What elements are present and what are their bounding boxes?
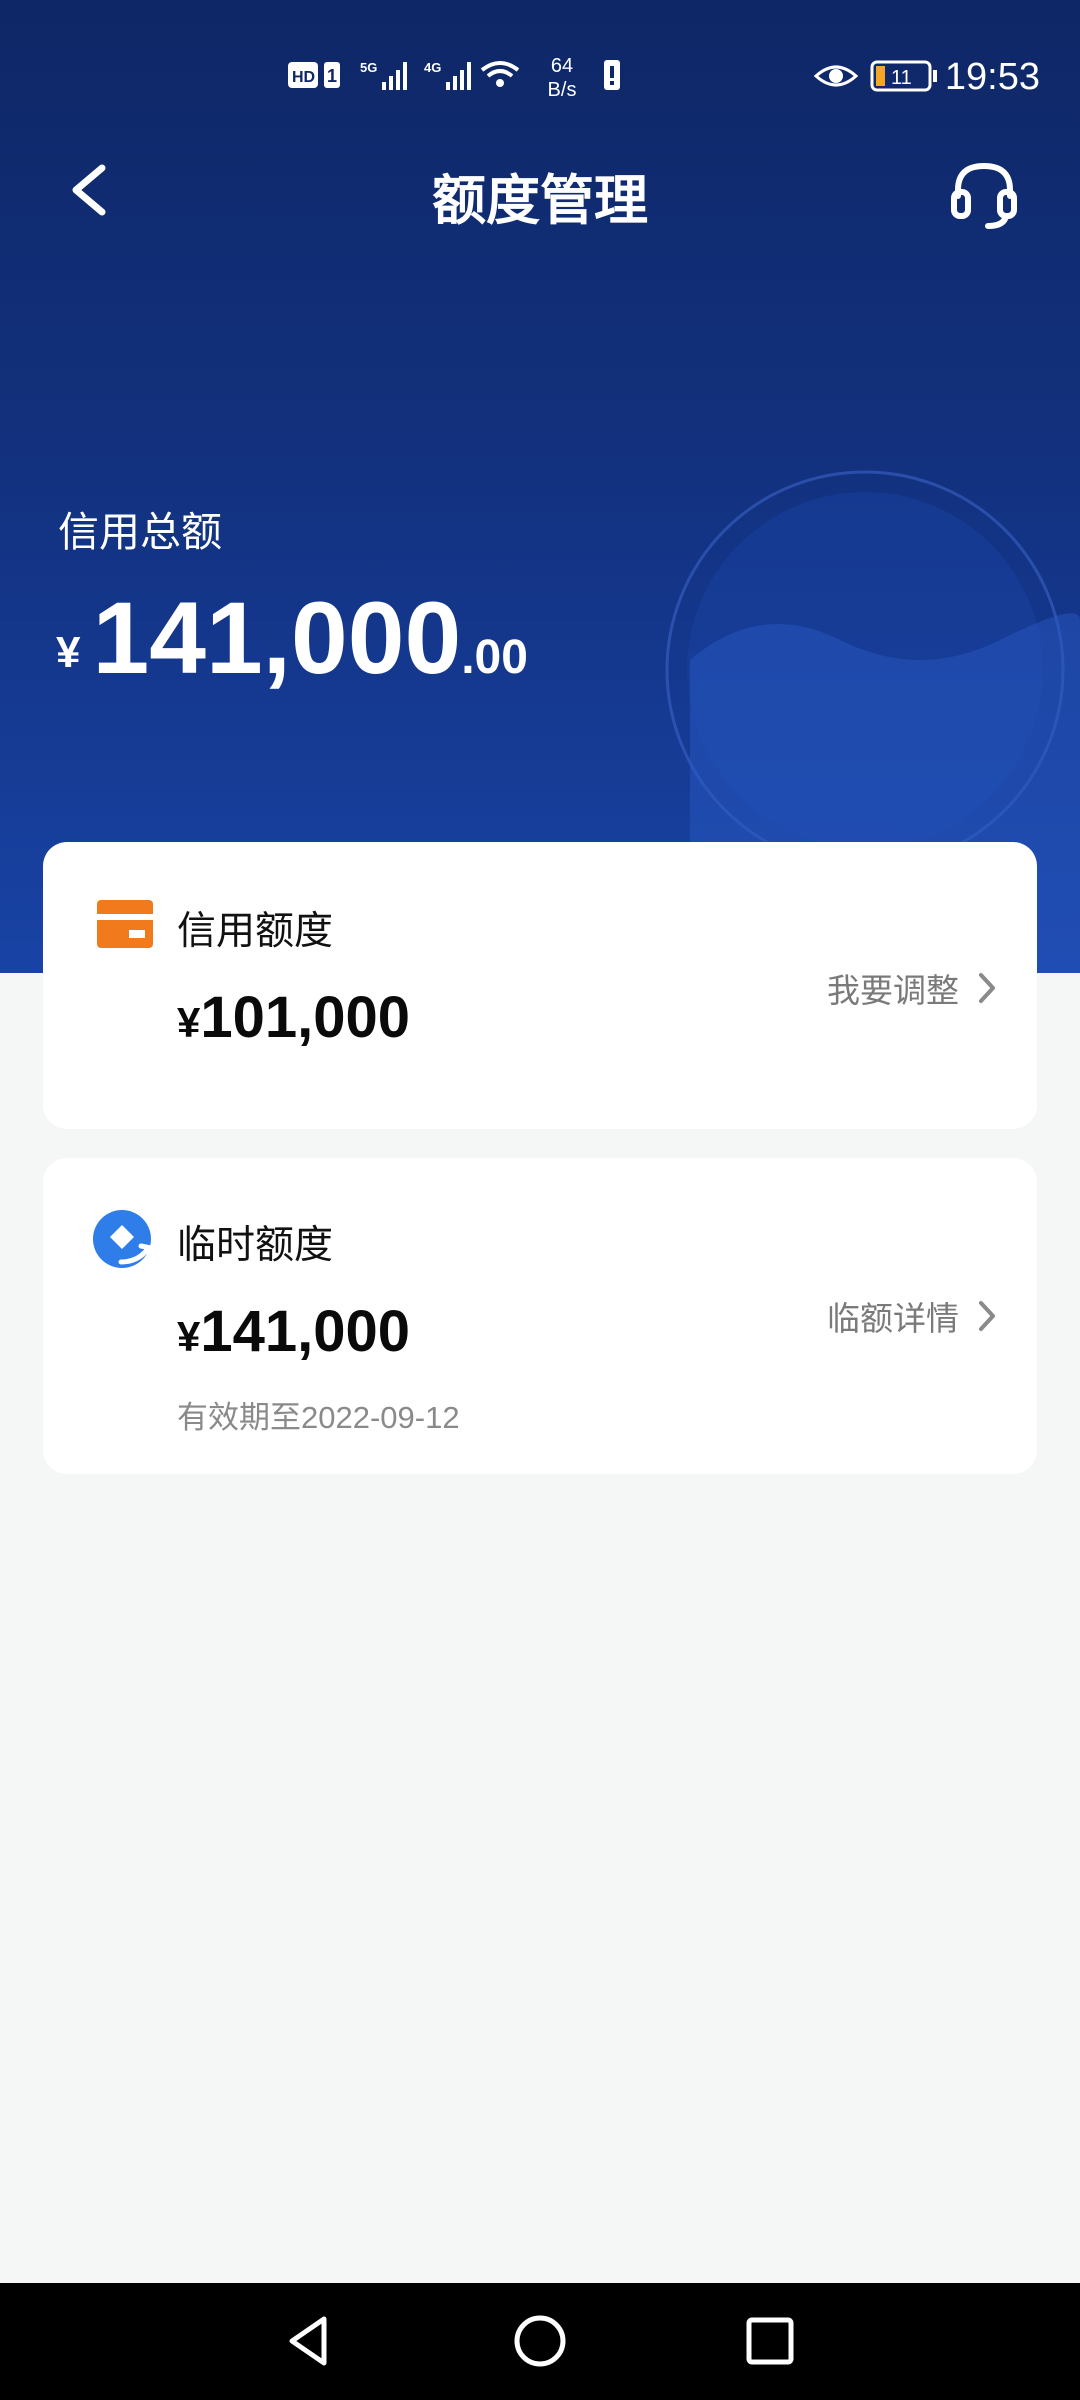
total-amount-decimal: .00 xyxy=(461,631,528,684)
headset-icon xyxy=(951,162,1017,229)
adjust-limit-link[interactable]: 我要调整 xyxy=(827,964,997,1012)
credit-limit-card[interactable]: 信用额度 ¥101,000 我要调整 xyxy=(43,842,1037,1129)
total-credit-label: 信用总额 xyxy=(58,509,222,555)
currency-symbol: ¥ xyxy=(177,1313,201,1360)
customer-service-button[interactable] xyxy=(944,154,1024,234)
chevron-right-icon xyxy=(979,1301,995,1331)
network-speed-value: 64 xyxy=(550,55,574,77)
credit-limit-amount: ¥101,000 xyxy=(177,984,410,1051)
temporary-limit-details-label: 临额详情 xyxy=(827,1300,959,1337)
network-speed-unit: B/s xyxy=(547,79,577,101)
system-navigation-bar xyxy=(0,2283,1080,2400)
credit-limit-value: 101,000 xyxy=(200,985,411,1050)
svg-text:1: 1 xyxy=(327,66,337,86)
total-amount-integer: 141,000 xyxy=(92,581,462,695)
credit-limit-title: 信用额度 xyxy=(177,910,334,953)
temporary-limit-title: 临时额度 xyxy=(177,1224,334,1267)
validity-date: 有效期至2022-09-12 xyxy=(177,1400,460,1435)
temporary-limit-details-link[interactable]: 临额详情 xyxy=(827,1292,997,1340)
temporary-limit-value: 141,000 xyxy=(200,1299,411,1364)
temporary-limit-card[interactable]: 临时额度 ¥141,000 临额详情 有效期至2022-09-12 xyxy=(43,1158,1037,1474)
adjust-limit-label: 我要调整 xyxy=(827,972,959,1009)
card-icon xyxy=(97,900,153,948)
temporary-limit-amount: ¥141,000 xyxy=(177,1298,410,1365)
total-credit-amount: ¥141,000.00 xyxy=(56,580,528,697)
svg-text:5G: 5G xyxy=(360,60,377,75)
page-title: 额度管理 xyxy=(432,171,648,231)
svg-text:HD: HD xyxy=(292,69,315,86)
currency-symbol: ¥ xyxy=(56,628,81,677)
status-bar: HD 1 5G 4G 64 B/s 11 19:53 xyxy=(0,0,1080,150)
back-triangle-icon[interactable] xyxy=(280,2311,340,2371)
temporary-limit-icon xyxy=(93,1210,154,1268)
currency-symbol: ¥ xyxy=(177,999,201,1046)
chevron-right-icon xyxy=(979,973,995,1003)
home-circle-icon[interactable] xyxy=(510,2311,570,2371)
recent-apps-square-icon[interactable] xyxy=(740,2311,800,2371)
battery-level: 11 xyxy=(891,67,912,89)
svg-text:4G: 4G xyxy=(424,60,441,75)
status-time: 19:53 xyxy=(944,56,1040,98)
network-speed: 64 B/s xyxy=(540,54,584,102)
